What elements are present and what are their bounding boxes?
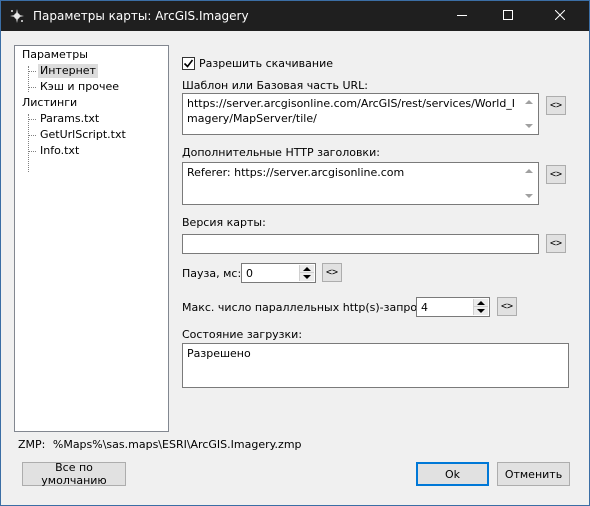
tree-item-internet[interactable]: Интернет (38, 64, 98, 78)
pause-reset-button[interactable]: <> (322, 263, 342, 282)
spin-down-icon[interactable] (474, 307, 488, 315)
pause-label: Пауза, мс: (182, 267, 242, 280)
tree-item-cache[interactable]: Кэш и прочее (38, 80, 121, 94)
pause-value: 0 (246, 267, 253, 280)
max-requests-reset-button[interactable]: <> (497, 297, 517, 316)
ok-button[interactable]: Ok (416, 462, 489, 486)
version-label: Версия карты: (182, 216, 266, 229)
url-template-field[interactable]: https://server.arcgisonline.com/ArcGIS/r… (182, 93, 539, 135)
scroll-up-icon[interactable] (525, 169, 533, 173)
window-title: Параметры карты: ArcGIS.Imagery (33, 9, 249, 23)
tree-item-info-txt[interactable]: Info.txt (38, 144, 81, 158)
spin-down-icon[interactable] (300, 273, 314, 281)
pause-field[interactable]: 0 (241, 263, 316, 283)
title-bar[interactable]: Параметры карты: ArcGIS.Imagery (1, 1, 589, 31)
download-status-field: Разрешено (182, 343, 569, 388)
close-button[interactable] (531, 1, 589, 31)
maximize-button[interactable] (485, 1, 531, 31)
scroll-up-icon[interactable] (525, 100, 533, 104)
pause-spinner[interactable] (299, 265, 314, 281)
minimize-icon (457, 10, 467, 23)
tree-item-params-txt[interactable]: Params.txt (38, 112, 101, 126)
dialog-body: Параметры Интернет Кэш и прочее Листинги… (1, 31, 589, 505)
tree-connector (28, 119, 36, 120)
tree-item-listings[interactable]: Листинги (20, 96, 79, 110)
allow-download-checkbox[interactable] (182, 57, 195, 70)
url-template-value: https://server.arcgisonline.com/ArcGIS/r… (187, 97, 516, 125)
tree-item-parameters[interactable]: Параметры (20, 48, 90, 62)
reset-defaults-button[interactable]: Все по умолчанию (22, 461, 126, 487)
sas-planet-icon (9, 8, 25, 24)
tree-item-geturlscript-txt[interactable]: GetUrlScript.txt (38, 128, 128, 142)
http-headers-field[interactable]: Referer: https://server.arcgisonline.com (182, 162, 539, 205)
headers-label: Дополнительные HTTP заголовки: (182, 146, 380, 159)
tree-connector (28, 66, 29, 92)
maximize-icon (503, 9, 513, 23)
scroll-down-icon[interactable] (525, 124, 533, 128)
tree-connector (28, 71, 36, 72)
minimize-button[interactable] (439, 1, 485, 31)
download-status-value: Разрешено (187, 347, 251, 360)
max-requests-value: 4 (421, 301, 428, 314)
checkmark-icon (183, 59, 194, 68)
tree-connector (28, 87, 36, 88)
max-requests-spinner[interactable] (473, 299, 488, 315)
version-reset-button[interactable]: <> (546, 234, 566, 253)
zmp-path: %Maps%\sas.maps\ESRI\ArcGIS.Imagery.zmp (52, 438, 302, 451)
max-requests-field[interactable]: 4 (416, 297, 490, 317)
zmp-label: ZMP: (18, 438, 46, 451)
map-settings-window: Параметры карты: ArcGIS.Imagery Параметр… (0, 0, 590, 506)
headers-reset-button[interactable]: <> (546, 165, 566, 184)
headers-scrollbar[interactable] (521, 164, 537, 203)
tree-connector (28, 114, 29, 172)
allow-download-label: Разрешить скачивание (199, 57, 333, 70)
max-requests-label: Макс. число параллельных http(s)-запросо… (182, 301, 441, 314)
zmp-path-line: ZMP: %Maps%\sas.maps\ESRI\ArcGIS.Imagery… (18, 438, 302, 452)
http-headers-value: Referer: https://server.arcgisonline.com (187, 166, 405, 179)
url-label: Шаблон или Базовая часть URL: (182, 79, 368, 92)
settings-tree[interactable]: Параметры Интернет Кэш и прочее Листинги… (14, 45, 169, 432)
tree-connector (28, 135, 36, 136)
spin-up-icon[interactable] (300, 265, 314, 273)
close-icon (554, 9, 566, 23)
map-version-field[interactable] (182, 234, 539, 254)
scroll-down-icon[interactable] (525, 194, 533, 198)
url-scrollbar[interactable] (521, 95, 537, 133)
tree-connector (28, 151, 36, 152)
spin-up-icon[interactable] (474, 299, 488, 307)
status-label: Состояние загрузки: (182, 328, 303, 341)
url-reset-button[interactable]: <> (546, 96, 566, 115)
cancel-button[interactable]: Отменить (497, 462, 570, 486)
